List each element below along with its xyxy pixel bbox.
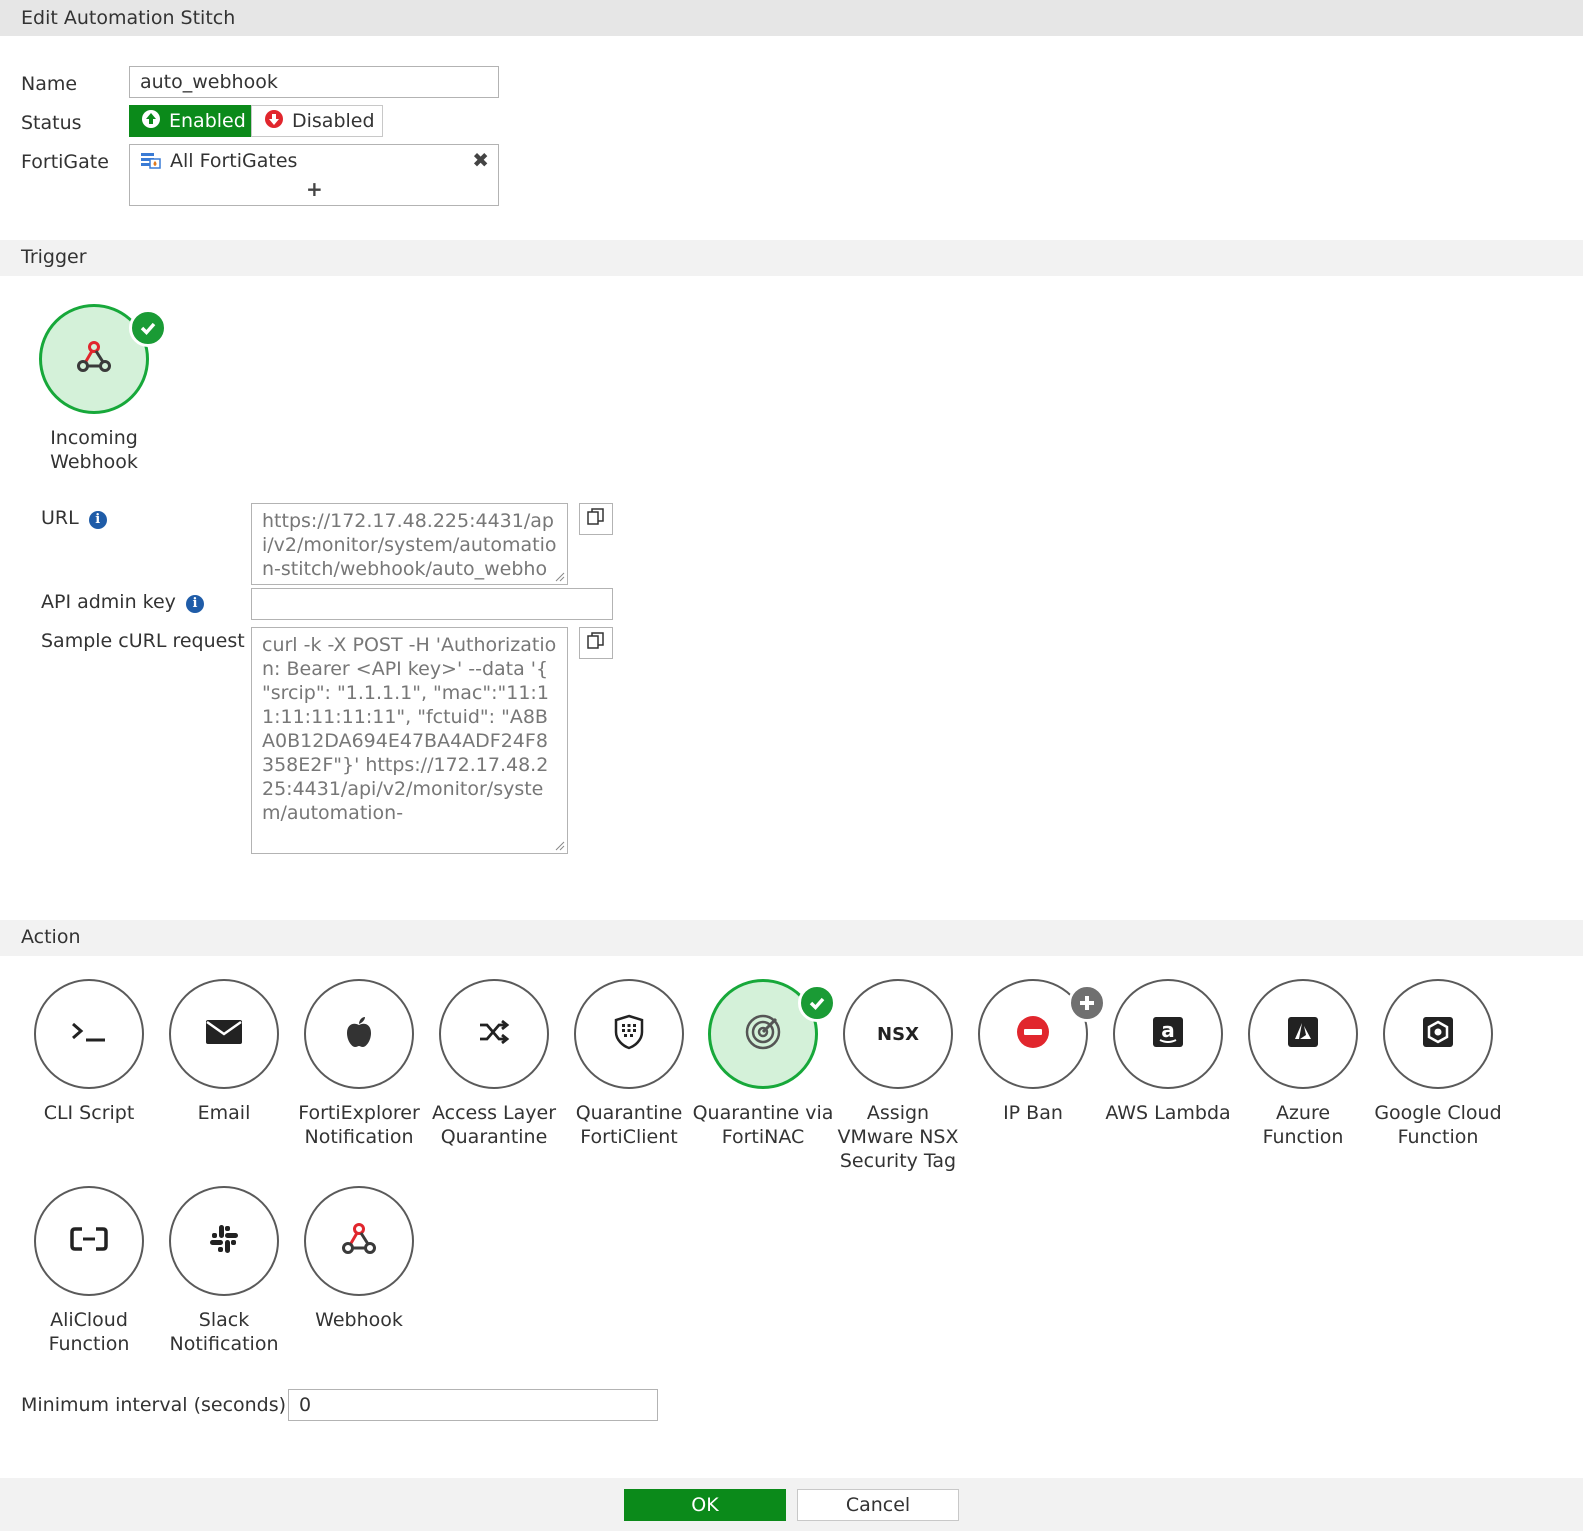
dialog-title: Edit Automation Stitch <box>0 0 1583 36</box>
fortigate-item-label: All FortiGates <box>170 150 298 172</box>
selected-check-icon <box>798 984 836 1022</box>
action-section-header: Action <box>0 920 1583 956</box>
fortigate-select[interactable]: All FortiGates ✖ + <box>129 144 499 206</box>
copy-url-button[interactable] <box>579 503 613 535</box>
resize-grip-icon[interactable] <box>555 841 565 851</box>
interval-label: Minimum interval (seconds) <box>21 1394 287 1416</box>
url-textarea[interactable]: https://172.17.48.225:4431/api/v2/monito… <box>251 503 568 585</box>
nsx-icon: NSX <box>877 1023 919 1045</box>
copy-icon <box>586 631 606 656</box>
status-enabled-toggle[interactable]: Enabled <box>129 105 251 137</box>
interval-input[interactable]: 0 <box>288 1389 658 1421</box>
fortigate-group-icon <box>141 152 163 175</box>
trigger-section-header: Trigger <box>0 240 1583 276</box>
api-key-input[interactable] <box>251 588 613 620</box>
selected-check-icon <box>129 309 167 347</box>
copy-icon <box>586 507 606 532</box>
slack-icon <box>208 1223 240 1260</box>
status-label: Status <box>21 112 82 134</box>
webhook-icon <box>339 1219 379 1264</box>
resize-grip-icon[interactable] <box>555 572 565 582</box>
fortigate-label: FortiGate <box>21 151 109 173</box>
trigger-caption: Incoming Webhook <box>50 427 138 473</box>
curl-textarea[interactable]: curl -k -X POST -H 'Authorization: Beare… <box>251 627 568 854</box>
info-icon[interactable]: i <box>185 595 204 613</box>
ok-button[interactable]: OK <box>624 1489 786 1521</box>
copy-curl-button[interactable] <box>579 627 613 659</box>
svg-text:a: a <box>1161 1018 1175 1042</box>
api-key-label: API admin key i <box>41 590 204 614</box>
remove-icon[interactable]: ✖ <box>472 148 489 172</box>
alicloud-icon <box>70 1226 108 1257</box>
arrow-up-circle-icon <box>141 109 161 134</box>
amazon-icon: a <box>1152 1016 1184 1053</box>
status-disabled-toggle[interactable]: Disabled <box>251 105 383 137</box>
azure-icon <box>1287 1016 1319 1053</box>
name-label: Name <box>21 73 78 95</box>
status-enabled-label: Enabled <box>169 110 246 132</box>
webhook-icon <box>74 337 114 382</box>
envelope-icon <box>205 1018 243 1051</box>
ban-icon <box>1016 1015 1050 1054</box>
terminal-icon <box>69 1017 109 1052</box>
name-input[interactable]: auto_webhook <box>129 66 499 98</box>
dialog-footer <box>0 1478 1583 1531</box>
info-icon[interactable]: i <box>88 511 107 529</box>
add-action-icon[interactable] <box>1068 984 1106 1022</box>
shuffle-icon <box>478 1019 510 1050</box>
apple-icon <box>344 1015 374 1054</box>
shield-icon <box>614 1014 644 1055</box>
cancel-button[interactable]: Cancel <box>797 1489 959 1521</box>
radar-icon <box>743 1012 783 1057</box>
arrow-down-circle-icon <box>264 109 284 134</box>
add-icon[interactable]: + <box>306 177 323 201</box>
url-label: URL i <box>41 506 107 530</box>
google-cloud-icon <box>1422 1016 1454 1053</box>
status-disabled-label: Disabled <box>292 110 375 132</box>
curl-label: Sample cURL request <box>41 630 245 652</box>
